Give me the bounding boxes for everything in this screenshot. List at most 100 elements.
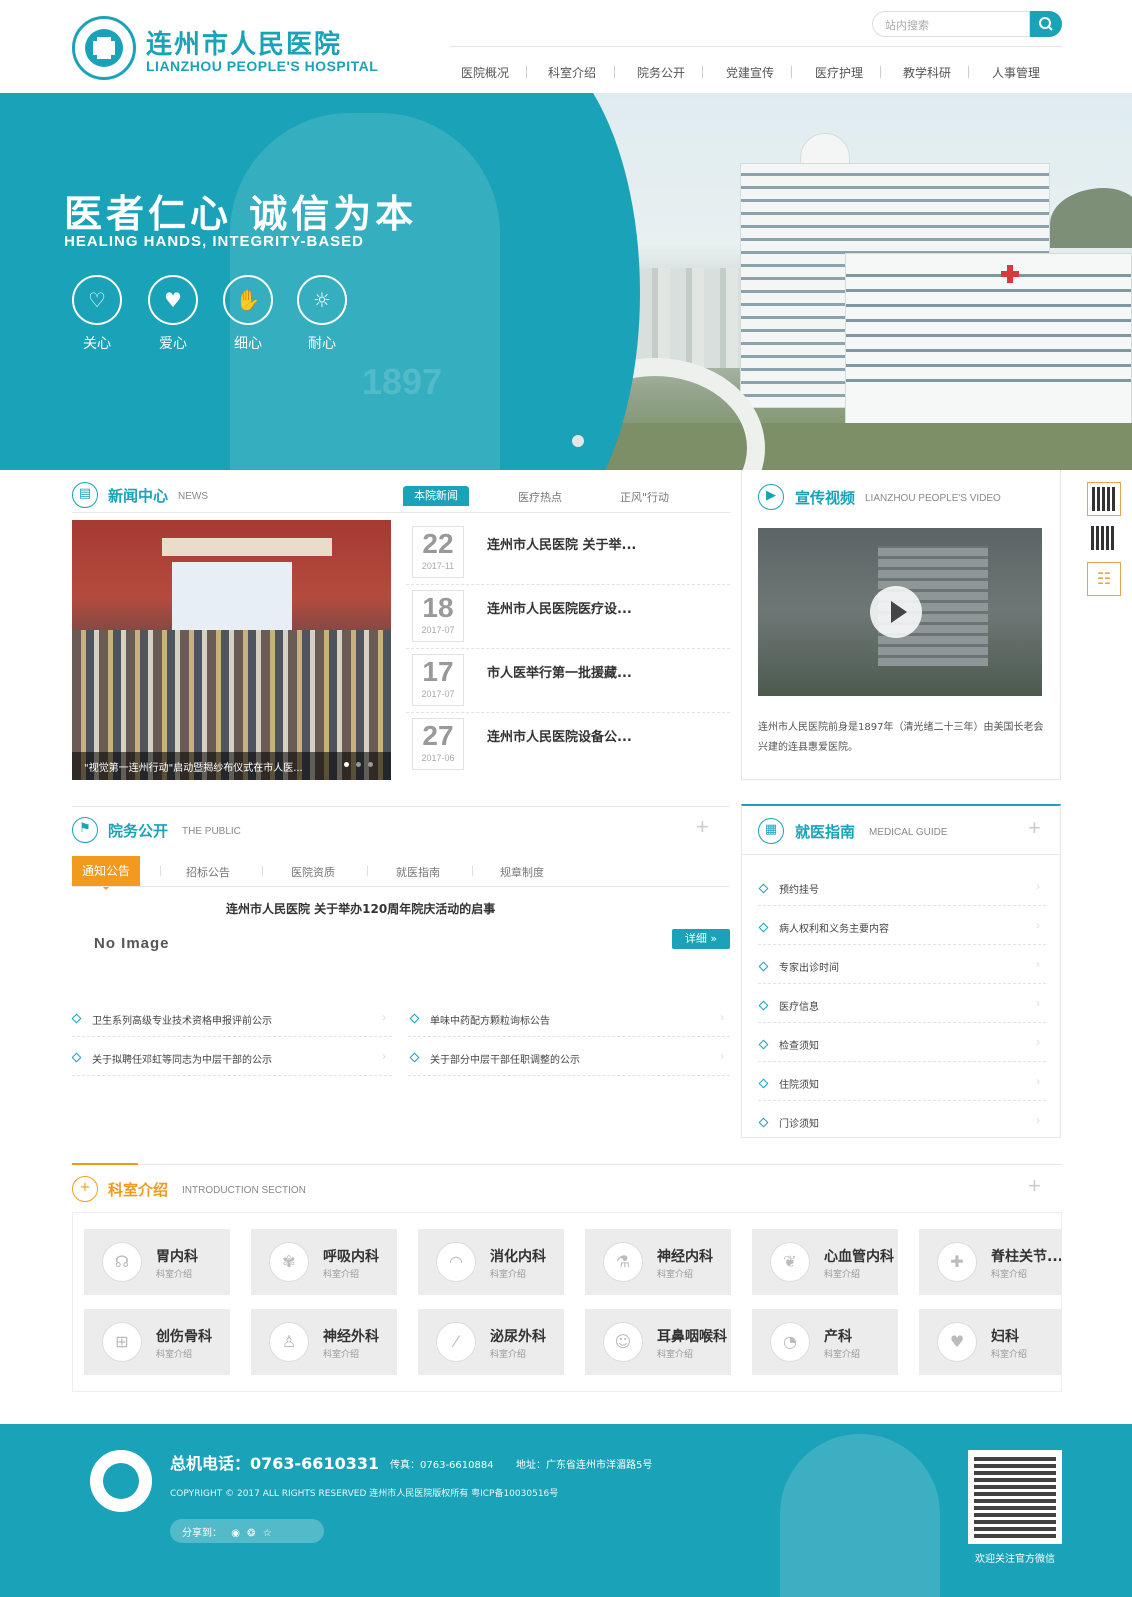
more-plus-icon[interactable]: + <box>1028 1173 1041 1199</box>
notice-list-item[interactable]: 关于部分中层干部任职调整的公示 <box>430 1051 580 1066</box>
nav-item-party[interactable]: 党建宣传 <box>726 64 774 81</box>
bullet-icon <box>71 1013 82 1024</box>
qr-float-image[interactable] <box>1087 522 1121 556</box>
search-button[interactable] <box>1030 11 1062 37</box>
tab-guide[interactable]: 就医指南 <box>396 864 440 880</box>
chevron-right-icon: › <box>1036 1035 1040 1049</box>
tab-hospital-news[interactable]: 本院新闻 <box>403 486 469 506</box>
footer-copyright: COPYRIGHT © 2017 ALL RIGHTS RESERVED 连州市… <box>170 1489 559 1499</box>
news-icon: ▤ <box>72 482 98 508</box>
hero-banner[interactable]: 1897 医者仁心 诚信为本 HEALING HANDS, INTEGRITY-… <box>0 93 1132 470</box>
guide-item-inpatient-notice[interactable]: 住院须知 <box>779 1076 819 1091</box>
more-plus-icon[interactable]: + <box>1028 815 1041 841</box>
watermark-year: 1897 <box>362 361 443 402</box>
tab-regulations[interactable]: 规章制度 <box>500 864 544 880</box>
news-item-title[interactable]: 连州市人民医院设备公... <box>487 726 632 745</box>
footer-address: 地址：广东省连州市洋湄路5号 <box>516 1460 653 1471</box>
footer-phone: 总机电话：0763-6610331 <box>170 1454 380 1473</box>
notice-list-item[interactable]: 卫生系列高级专业技术资格申报评前公示 <box>92 1012 272 1027</box>
news-item-title[interactable]: 连州市人民医院医疗设... <box>487 598 632 617</box>
department-plus-icon: + <box>72 1176 98 1202</box>
notice-list-item[interactable]: 关于拟聘任邓虹等同志为中层干部的公示 <box>92 1051 272 1066</box>
appointment-icon[interactable]: ☷ <box>1087 562 1121 596</box>
guide-item-exam-notice[interactable]: 检查须知 <box>779 1037 819 1052</box>
featured-notice-title[interactable]: 连州市人民医院 关于举办120周年院庆活动的启事 <box>226 900 495 917</box>
nav-item-research[interactable]: 教学科研 <box>903 64 951 81</box>
header: 连州市人民医院 LIANZHOU PEOPLE'S HOSPITAL 站内搜索 … <box>0 0 1132 93</box>
carousel-dot[interactable] <box>572 435 584 447</box>
department-card[interactable]: ☺ 耳鼻咽喉科 科室介绍 <box>585 1309 731 1375</box>
nav-item-overview[interactable]: 医院概况 <box>461 64 509 81</box>
guide-section-en: MEDICAL GUIDE <box>869 827 948 838</box>
play-icon[interactable] <box>870 586 922 638</box>
guide-item-expert-schedule[interactable]: 专家出诊时间 <box>779 959 839 974</box>
photo-dot[interactable] <box>368 762 373 767</box>
video-description-line1: 连州市人民医院前身是1897年（清光绪二十三年）由美国长老会 <box>758 722 1044 733</box>
guide-item-outpatient-notice[interactable]: 门诊须知 <box>779 1115 819 1130</box>
department-card[interactable]: ❦ 心血管内科 科室介绍 <box>752 1229 898 1295</box>
department-card[interactable]: ⚗ 神经内科 科室介绍 <box>585 1229 731 1295</box>
department-card[interactable]: ◔ 产科 科室介绍 <box>752 1309 898 1375</box>
heart-hand-icon: ♡ <box>72 275 122 325</box>
nav-item-personnel[interactable]: 人事管理 <box>992 64 1040 81</box>
chevron-right-icon: › <box>1036 1113 1040 1127</box>
video-section-en: LIANZHOU PEOPLE'S VIDEO <box>865 493 1001 504</box>
qr-float-button[interactable] <box>1087 482 1121 516</box>
news-photo-caption[interactable]: "视觉第一连州行动"启动暨揭纱布仪式在市人医... <box>72 752 391 780</box>
heartbeat-icon: ♥ <box>937 1322 977 1362</box>
tab-medical-hotspot[interactable]: 医疗热点 <box>518 489 562 505</box>
footer: 总机电话：0763-6610331 传真：0763-6610884 地址：广东省… <box>0 1424 1132 1597</box>
carousel-dot-active[interactable] <box>548 435 560 447</box>
department-card[interactable]: ◠ 消化内科 科室介绍 <box>418 1229 564 1295</box>
department-card[interactable]: ♥ 妇科 科室介绍 <box>919 1309 1061 1375</box>
banner-subtitle: HEALING HANDS, INTEGRITY-BASED <box>64 233 365 250</box>
chevron-right-icon: › <box>1036 918 1040 932</box>
stomach-icon: ◔ <box>770 1322 810 1362</box>
nav-item-medical-care[interactable]: 医疗护理 <box>815 64 863 81</box>
department-card[interactable]: ✚ 脊柱关节... 科室介绍 <box>919 1229 1061 1295</box>
department-card[interactable]: ♙ 神经外科 科室介绍 <box>251 1309 397 1375</box>
photo-dot[interactable] <box>356 762 361 767</box>
video-section-title: 宣传视频 <box>795 489 856 507</box>
tab-bidding[interactable]: 招标公告 <box>186 864 230 880</box>
logo-english-name[interactable]: LIANZHOU PEOPLE'S HOSPITAL <box>146 58 378 74</box>
chevron-right-icon: › <box>1036 996 1040 1010</box>
news-date: 27 2017-06 <box>412 718 464 770</box>
news-section-en: NEWS <box>178 491 208 502</box>
tab-qualification[interactable]: 医院资质 <box>291 864 335 880</box>
photo-dot-active[interactable] <box>344 762 349 767</box>
department-card[interactable]: ☊ 胃内科 科室介绍 <box>84 1229 230 1295</box>
public-section-en: THE PUBLIC <box>182 826 241 837</box>
chevron-right-icon: › <box>1036 1074 1040 1088</box>
weibo-icon[interactable]: ◉ <box>231 1528 240 1539</box>
guide-item-patient-rights[interactable]: 病人权利和义务主要内容 <box>779 920 889 935</box>
guide-item-medical-info[interactable]: 医疗信息 <box>779 998 819 1013</box>
wechat-icon[interactable]: ❂ <box>247 1528 255 1539</box>
virtue-label: 关心 <box>83 336 111 352</box>
wechat-qr-code <box>968 1450 1062 1544</box>
logo-chinese-name[interactable]: 连州市人民医院 <box>146 24 342 61</box>
nav-item-public-affairs[interactable]: 院务公开 <box>637 64 685 81</box>
news-item-title[interactable]: 连州市人民医院 关于举... <box>487 534 636 553</box>
news-item-title[interactable]: 市人医举行第一批援藏... <box>487 662 632 681</box>
qr-code-icon <box>1091 526 1115 550</box>
public-icon: ⚑ <box>72 817 98 843</box>
ear-icon: ☊ <box>102 1242 142 1282</box>
tab-notice[interactable]: 通知公告 <box>72 856 140 886</box>
guide-item-appointment[interactable]: 预约挂号 <box>779 881 819 896</box>
department-card[interactable]: ⊞ 创伤骨科 科室介绍 <box>84 1309 230 1375</box>
favorite-star-icon[interactable]: ☆ <box>263 1528 272 1539</box>
bullet-icon <box>409 1052 420 1063</box>
department-card[interactable]: ⁄ 泌尿外科 科室介绍 <box>418 1309 564 1375</box>
department-card[interactable]: ✾ 呼吸内科 科室介绍 <box>251 1229 397 1295</box>
nav-item-departments[interactable]: 科室介绍 <box>548 64 596 81</box>
promo-video[interactable] <box>758 528 1042 696</box>
more-plus-icon[interactable]: + <box>696 814 709 840</box>
notice-list-item[interactable]: 单味中药配方颗粒询标公告 <box>430 1012 550 1027</box>
search-input[interactable]: 站内搜索 <box>872 11 1030 37</box>
news-featured-photo[interactable]: "视觉第一连州行动"启动暨揭纱布仪式在市人医... <box>72 520 391 780</box>
virtue-label: 细心 <box>234 336 262 352</box>
tab-integrity-action[interactable]: 正风"行动 <box>620 489 669 505</box>
departments-section-title: 科室介绍 <box>108 1181 169 1199</box>
details-button[interactable]: 详细 » <box>672 929 730 949</box>
